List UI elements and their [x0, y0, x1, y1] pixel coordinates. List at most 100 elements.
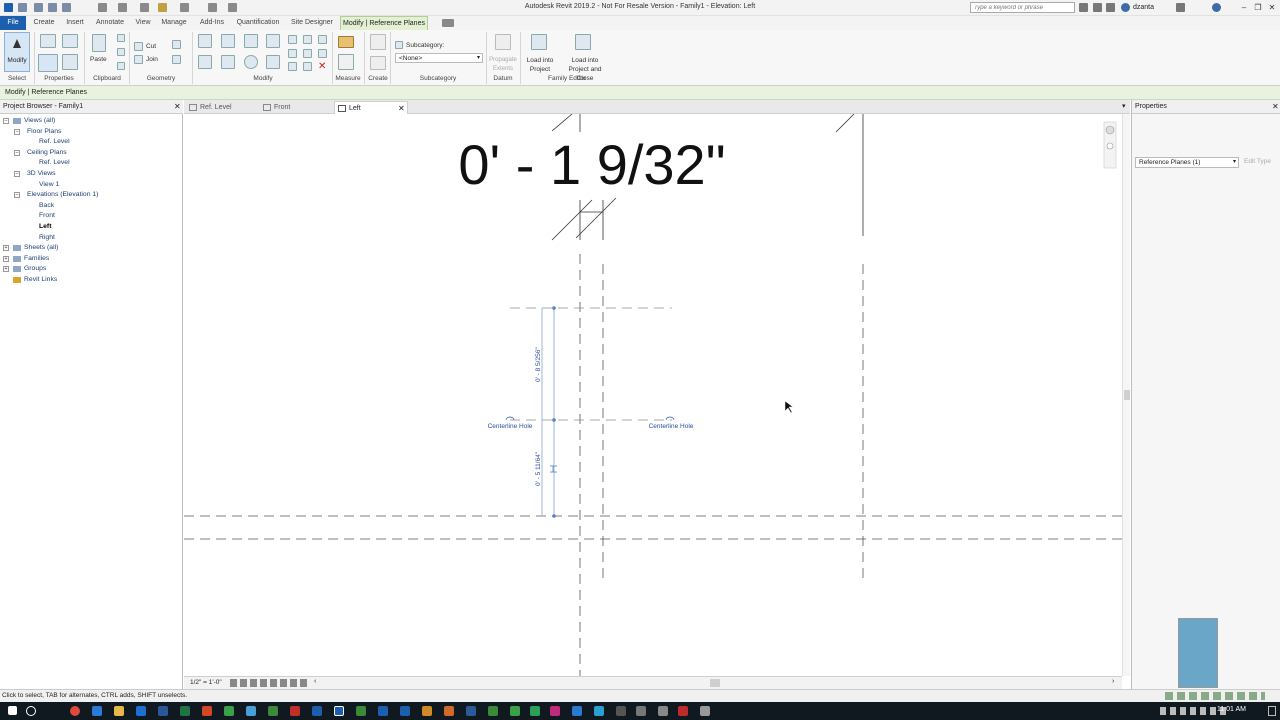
revit-logo-icon[interactable]: [4, 3, 13, 12]
drag-grip[interactable]: [552, 306, 556, 310]
undo-icon[interactable]: [98, 3, 107, 12]
tree-expander[interactable]: +: [3, 255, 9, 262]
tree-expander[interactable]: +: [3, 245, 9, 252]
move-icon[interactable]: [198, 55, 212, 69]
browser-item[interactable]: View 1: [39, 180, 59, 190]
propagate-extents-label[interactable]: Propagate Extents: [488, 56, 518, 74]
tree-expander[interactable]: –: [14, 171, 20, 177]
load-into-project-label[interactable]: Load into Project: [522, 56, 558, 74]
edge-icon[interactable]: [92, 706, 102, 716]
propagate-extents-icon[interactable]: [495, 34, 511, 50]
tab-annotate[interactable]: Annotate: [92, 16, 128, 30]
dimension-upper-text[interactable]: 0' - 8 5/256": [535, 347, 542, 382]
browser-item[interactable]: Views (all): [24, 116, 55, 126]
file-explorer-icon[interactable]: [114, 706, 124, 716]
browser-item[interactable]: Sheets (all): [24, 243, 58, 253]
print-icon[interactable]: [140, 3, 149, 12]
app-icon[interactable]: [378, 706, 388, 716]
cut-geometry-icon[interactable]: [134, 42, 143, 51]
word-icon[interactable]: [158, 706, 168, 716]
create-similar-icon[interactable]: [370, 34, 386, 50]
app-icon[interactable]: [510, 706, 520, 716]
copy-element-icon[interactable]: [221, 55, 235, 69]
app-icon[interactable]: [572, 706, 582, 716]
unpin-icon[interactable]: [318, 35, 327, 44]
tab-front[interactable]: Front: [260, 101, 332, 114]
join-geometry-icon[interactable]: [134, 55, 143, 64]
drawing-canvas[interactable]: 0' - 1 9/32" 0' - 8 5/256" 0' - 5 11/64"…: [184, 114, 1122, 676]
scroll-left-icon[interactable]: ‹: [314, 678, 316, 685]
browser-item[interactable]: Groups: [24, 264, 46, 274]
app-icon[interactable]: [356, 706, 366, 716]
view-control-icons[interactable]: [230, 679, 310, 687]
app-icon[interactable]: [594, 706, 604, 716]
panel-properties-label[interactable]: Properties: [36, 75, 82, 85]
panel-clipboard-label[interactable]: Clipboard: [86, 75, 128, 85]
elevation-drawing[interactable]: 0' - 1 9/32" 0' - 8 5/256" 0' - 5 11/64"…: [184, 114, 1122, 676]
browser-item[interactable]: Back: [39, 201, 54, 211]
align-icon[interactable]: [198, 34, 212, 48]
tab-ref-level[interactable]: Ref. Level: [186, 101, 258, 114]
taskbar-clock[interactable]: 11:01 AM: [1217, 706, 1246, 713]
mirror-draw-icon[interactable]: [266, 34, 280, 48]
modify-button[interactable]: Modify: [4, 32, 30, 72]
app-icon[interactable]: [616, 706, 626, 716]
panel-select-label[interactable]: Select: [0, 75, 34, 85]
steering-wheel-icon[interactable]: [1105, 125, 1115, 135]
app-icon[interactable]: [444, 706, 454, 716]
tab-quantification[interactable]: Quantification: [232, 16, 284, 30]
chrome-icon[interactable]: [70, 706, 80, 716]
panel-subcategory-label[interactable]: Subcategory: [392, 75, 484, 85]
tree-expander[interactable]: –: [14, 149, 20, 156]
browser-item[interactable]: 3D Views: [27, 169, 56, 179]
app-icon[interactable]: [530, 706, 540, 716]
pin-icon[interactable]: [318, 49, 327, 58]
panel-create-label[interactable]: Create: [365, 75, 391, 85]
trim-single-icon[interactable]: [288, 62, 297, 71]
notifications-icon[interactable]: [1268, 706, 1276, 716]
drag-grip[interactable]: [552, 418, 556, 422]
binoculars-icon[interactable]: [1079, 3, 1088, 12]
new-icon[interactable]: [34, 3, 43, 12]
redo-icon[interactable]: [118, 3, 127, 12]
match-properties-icon[interactable]: [117, 62, 125, 70]
browser-item[interactable]: Elevations (Elevation 1): [27, 190, 98, 200]
measure-tool-icon[interactable]: [338, 36, 354, 48]
app-icon[interactable]: [700, 706, 710, 716]
trim-extend-icon[interactable]: [266, 55, 280, 69]
paste-label[interactable]: Paste: [90, 56, 107, 63]
open-icon[interactable]: [18, 3, 27, 12]
type-selector[interactable]: Reference Planes (1) ▾: [1135, 157, 1239, 168]
tab-manage[interactable]: Manage: [158, 16, 190, 30]
drag-grip[interactable]: [552, 514, 556, 518]
browser-item[interactable]: Families: [24, 254, 49, 264]
centerline-hole-label-right[interactable]: Centerline Hole: [649, 423, 694, 430]
close-button[interactable]: ✕: [1266, 2, 1278, 13]
trim-multiple-icon[interactable]: [303, 62, 312, 71]
app-icon[interactable]: [400, 706, 410, 716]
rotate-icon[interactable]: [244, 55, 258, 69]
tab-left[interactable]: Left ✕: [334, 101, 408, 114]
text-icon[interactable]: [208, 3, 217, 12]
browser-item[interactable]: Ceiling Plans: [27, 148, 67, 158]
search-input[interactable]: [970, 2, 1075, 13]
panel-datum-label[interactable]: Datum: [487, 75, 519, 85]
vertical-scrollbar[interactable]: [1122, 114, 1130, 676]
app-icon[interactable]: [658, 706, 668, 716]
outlook-icon[interactable]: [136, 706, 146, 716]
offset-icon[interactable]: [221, 34, 235, 48]
scroll-right-icon[interactable]: ›: [1112, 678, 1114, 685]
load-into-project-icon[interactable]: [531, 34, 547, 50]
app-icon[interactable]: [268, 706, 278, 716]
panel-modify-label[interactable]: Modify: [194, 75, 332, 85]
horizontal-scrollbar-thumb[interactable]: [710, 679, 720, 687]
app-icon[interactable]: [636, 706, 646, 716]
powerpoint-icon[interactable]: [202, 706, 212, 716]
split-icon[interactable]: [288, 35, 297, 44]
family-category-icon[interactable]: [62, 54, 78, 70]
user-icon[interactable]: [1121, 3, 1130, 12]
panel-family-editor-label[interactable]: Family Editor: [520, 75, 614, 85]
app-icon[interactable]: [488, 706, 498, 716]
centerline-hole-label-left[interactable]: Centerline Hole: [488, 423, 533, 430]
app-icon[interactable]: [466, 706, 476, 716]
